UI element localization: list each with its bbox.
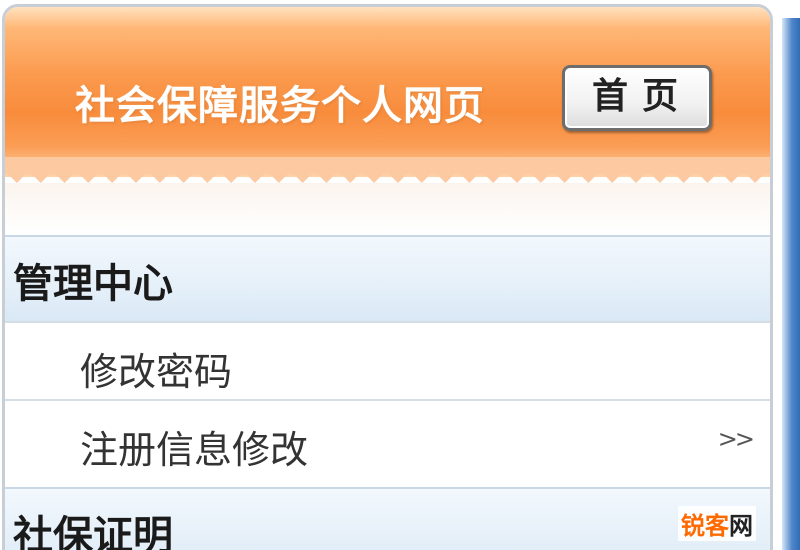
section-social-security-certificate[interactable]: 社保证明	[5, 487, 770, 550]
page: 社会保障服务个人网页 首页 管理中心 修改密码 注册信息修改 >> 社保证明 锐…	[0, 0, 800, 550]
background-page-edge	[782, 18, 800, 550]
home-button[interactable]: 首页	[562, 65, 712, 131]
menu-item-edit-registration[interactable]: 注册信息修改 >>	[5, 399, 770, 489]
side-panel: 社会保障服务个人网页 首页 管理中心 修改密码 注册信息修改 >> 社保证明	[2, 4, 773, 550]
section-management-center[interactable]: 管理中心	[5, 235, 770, 323]
header-fade	[5, 183, 770, 233]
double-chevron-right-icon: >>	[717, 425, 755, 453]
menu-item-label: 修改密码	[80, 350, 233, 394]
section-label: 社保证明	[13, 512, 173, 550]
site-title: 社会保障服务个人网页	[75, 83, 485, 129]
section-label: 管理中心	[13, 260, 173, 307]
watermark-logo: 锐客网	[678, 506, 756, 541]
watermark-brand: 锐客	[681, 512, 729, 540]
menu-item-label: 注册信息修改	[80, 428, 309, 472]
menu-item-change-password[interactable]: 修改密码	[5, 321, 770, 401]
watermark-tail: 网	[729, 512, 753, 540]
